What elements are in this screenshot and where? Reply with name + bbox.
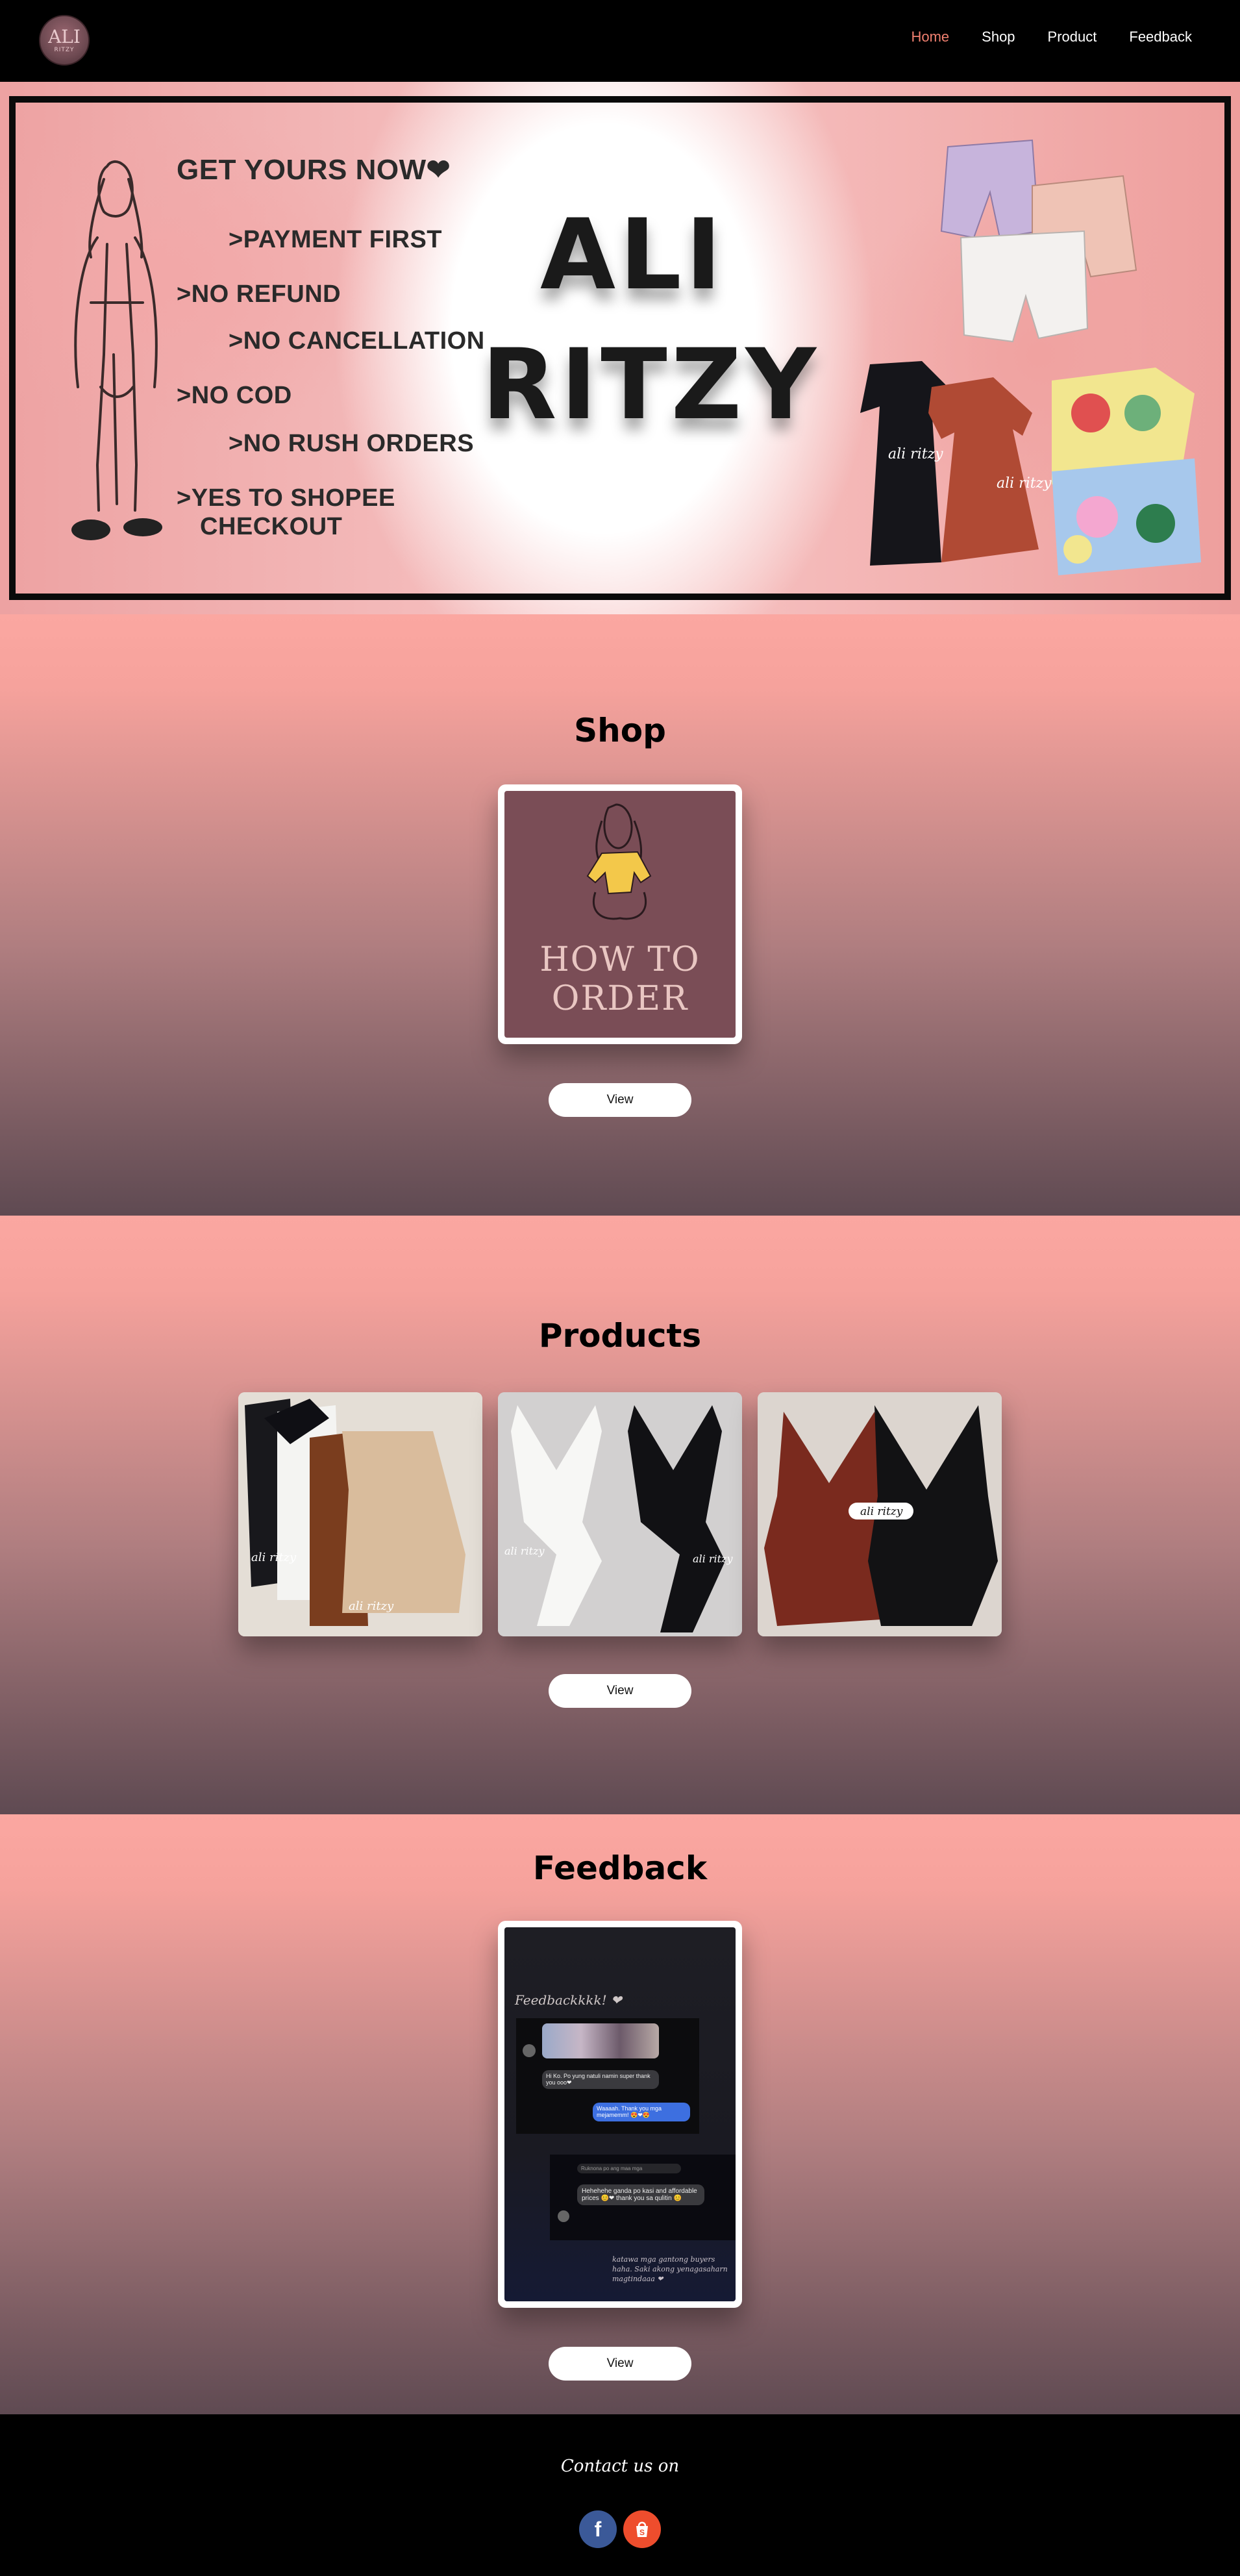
seated-figure-illustration — [586, 803, 652, 920]
facebook-icon: f — [594, 2517, 602, 2541]
products-view-button[interactable]: View — [549, 1674, 691, 1708]
product-image-halter-tops: ali ritzy ali ritzy — [498, 1392, 742, 1636]
how-to-order-line2: ORDER — [551, 979, 689, 1018]
product-card[interactable]: ali ritzy ali ritzy — [498, 1392, 742, 1636]
chat-block-2: Ruknona po ang maa mga Hehehehe ganda po… — [550, 2155, 736, 2240]
top-nav: ALI RITZY Home Shop Product Feedback — [0, 0, 1240, 82]
product-tag: ali ritzy — [251, 1551, 297, 1564]
svg-text:S: S — [639, 2528, 645, 2537]
logo-subtext: RITZY — [54, 46, 75, 53]
how-to-order-image: HOW TO ORDER — [504, 791, 736, 1038]
product-image-dresses: ali ritzy ali ritzy — [238, 1392, 482, 1636]
chat-bubble-received: Hi Ko. Po yung natuli namin super thank … — [542, 2070, 659, 2089]
contact-label: Contact us on — [560, 2457, 680, 2476]
nav-link-home[interactable]: Home — [911, 29, 949, 45]
feedback-section: Feedback Feedbackkkk! ❤ Hi Ko. Po yung n… — [0, 1814, 1240, 2414]
shopee-link[interactable]: S — [623, 2510, 661, 2548]
chat-photo-strip — [542, 2023, 659, 2058]
nav-link-product[interactable]: Product — [1048, 29, 1097, 45]
product-image-bodycon-dresses: ali ritzy — [758, 1392, 1002, 1636]
feedback-card[interactable]: Feedbackkkk! ❤ Hi Ko. Po yung natuli nam… — [498, 1921, 742, 2308]
product-card[interactable]: ali ritzy ali ritzy — [238, 1392, 482, 1636]
chat-avatar — [523, 2044, 536, 2057]
chat-bubble-received: Hehehehe ganda po kasi and affordable pr… — [577, 2184, 704, 2205]
products-section: Products ali ritzy ali ritzy ali ritzy a… — [0, 1216, 1240, 1814]
product-tag: ali ritzy — [504, 1545, 545, 1557]
chat-reply-preview: Ruknona po ang maa mga — [577, 2164, 681, 2173]
product-card[interactable]: ali ritzy — [758, 1392, 1002, 1636]
chat-bubble-sent: Waaaah. Thank you mga mejamemm! 😍❤😍 — [593, 2103, 690, 2121]
chat-block-1: Hi Ko. Po yung natuli namin super thank … — [516, 2018, 699, 2134]
shop-title: Shop — [574, 712, 666, 749]
nav-link-shop[interactable]: Shop — [982, 29, 1015, 45]
brand-logo[interactable]: ALI RITZY — [39, 15, 90, 66]
product-tag: ali ritzy — [693, 1553, 733, 1565]
shopee-bag-icon: S — [636, 2521, 648, 2537]
nav-link-feedback[interactable]: Feedback — [1129, 29, 1192, 45]
products-title: Products — [538, 1317, 702, 1355]
footer: Contact us on f S — [0, 2414, 1240, 2576]
product-tag: ali ritzy — [349, 1599, 394, 1613]
shop-section: Shop HOW TO ORDER View — [0, 614, 1240, 1216]
feedback-heading: Feedbackkkk! ❤ — [515, 1992, 622, 2008]
hero-frame — [9, 96, 1231, 600]
feedback-view-button[interactable]: View — [549, 2347, 691, 2381]
feedback-title: Feedback — [532, 1849, 708, 1887]
nav-links: Home Shop Product Feedback — [911, 29, 1192, 45]
product-tag: ali ritzy — [860, 1505, 903, 1518]
feedback-screenshot: Feedbackkkk! ❤ Hi Ko. Po yung natuli nam… — [504, 1927, 736, 2301]
facebook-link[interactable]: f — [579, 2510, 617, 2548]
hero-banner: GET YOURS NOW❤ >PAYMENT FIRST >NO REFUND… — [0, 82, 1240, 614]
chat-avatar — [558, 2210, 569, 2222]
feedback-note: katawa mga gantong buyers haha. Saki ako… — [612, 2255, 728, 2283]
shop-view-button[interactable]: View — [549, 1083, 691, 1117]
how-to-order-card[interactable]: HOW TO ORDER — [498, 784, 742, 1044]
how-to-order-line1: HOW TO — [539, 940, 701, 979]
logo-text: ALI — [48, 25, 81, 47]
